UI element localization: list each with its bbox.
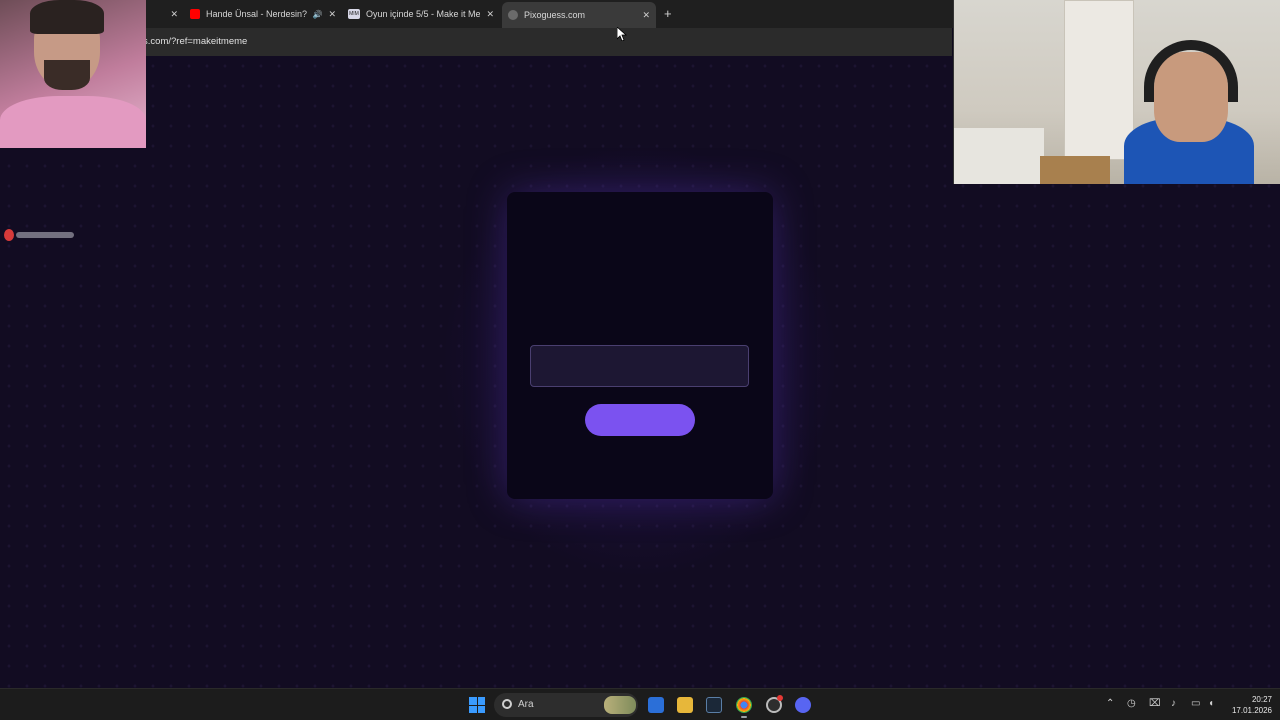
search-label: Ara (518, 699, 534, 710)
windows-start-icon[interactable] (469, 697, 485, 713)
taskbar-search[interactable]: Ara (494, 693, 638, 717)
discord-icon[interactable] (795, 697, 811, 713)
webcam-hair (30, 0, 104, 34)
close-icon[interactable]: ✕ (328, 9, 336, 20)
url-field[interactable]: pixoguess.com/?ref=makeitmeme (92, 32, 948, 52)
system-clock[interactable]: 20:27 17.01.2026 (1226, 694, 1272, 716)
webcam-overlay-left (0, 0, 146, 148)
windows-taskbar: Ara ⌃ ◷ ⌧ ♪ ▭ ◖ 20:27 17.01.2026 (0, 688, 1280, 720)
play-button[interactable] (585, 404, 695, 436)
new-tab-button[interactable]: + (664, 6, 672, 21)
microphone-icon[interactable]: ♪ (1171, 698, 1176, 709)
clock-date: 17.01.2026 (1231, 706, 1272, 715)
webcam-shirt (0, 96, 146, 148)
name-input[interactable] (530, 345, 749, 387)
webcam-bed (954, 128, 1044, 184)
make-it-meme-icon: MIM (348, 9, 360, 19)
display-icon[interactable]: ▭ (1191, 698, 1200, 709)
chrome-icon[interactable] (736, 697, 752, 713)
steam-icon[interactable] (706, 697, 722, 713)
notepad-icon[interactable] (648, 697, 664, 713)
tab-pixoguess[interactable]: Pixoguess.com ✕ (502, 2, 656, 28)
close-icon[interactable]: ✕ (486, 9, 494, 20)
webcam-door (1064, 0, 1134, 160)
brand-logo-text (16, 232, 74, 238)
mouse-cursor-icon (616, 26, 628, 46)
tab-make-it-meme[interactable]: MIM Oyun içinde 5/5 - Make it Mem ✕ (348, 4, 494, 24)
close-icon[interactable]: ✕ (170, 9, 178, 20)
clock-time: 20:27 (1251, 695, 1272, 704)
speaker-icon[interactable]: 🔊 (312, 10, 322, 19)
active-app-indicator (741, 716, 747, 718)
pixoguess-icon (508, 10, 518, 20)
search-icon (502, 699, 512, 709)
tab-youtube[interactable]: Hande Ünsal - Nerdesin? - 🔊 ✕ (190, 4, 336, 24)
notification-badge (777, 695, 783, 701)
chevron-up-icon[interactable]: ⌃ (1106, 698, 1114, 709)
youtube-icon (190, 9, 200, 19)
webcam-overlay-right (953, 0, 1280, 184)
webcam-beard (44, 60, 90, 90)
webcam-cabinet (1040, 156, 1110, 184)
sync-icon[interactable]: ◷ (1127, 698, 1136, 709)
network-off-icon[interactable]: ⌧ (1149, 698, 1161, 709)
tab-title: Pixoguess.com (524, 10, 586, 20)
volume-icon[interactable]: ◖ (1208, 698, 1214, 709)
tab-title: Hande Ünsal - Nerdesin? - (206, 9, 309, 19)
stream-watermark-logo (4, 228, 74, 242)
headset-icon (1144, 40, 1238, 102)
close-icon[interactable]: ✕ (642, 10, 650, 21)
tab-title: Oyun içinde 5/5 - Make it Mem (366, 9, 481, 19)
brand-logo-icon (4, 229, 14, 241)
search-highlight-icon (604, 696, 636, 714)
file-explorer-icon[interactable] (677, 697, 693, 713)
